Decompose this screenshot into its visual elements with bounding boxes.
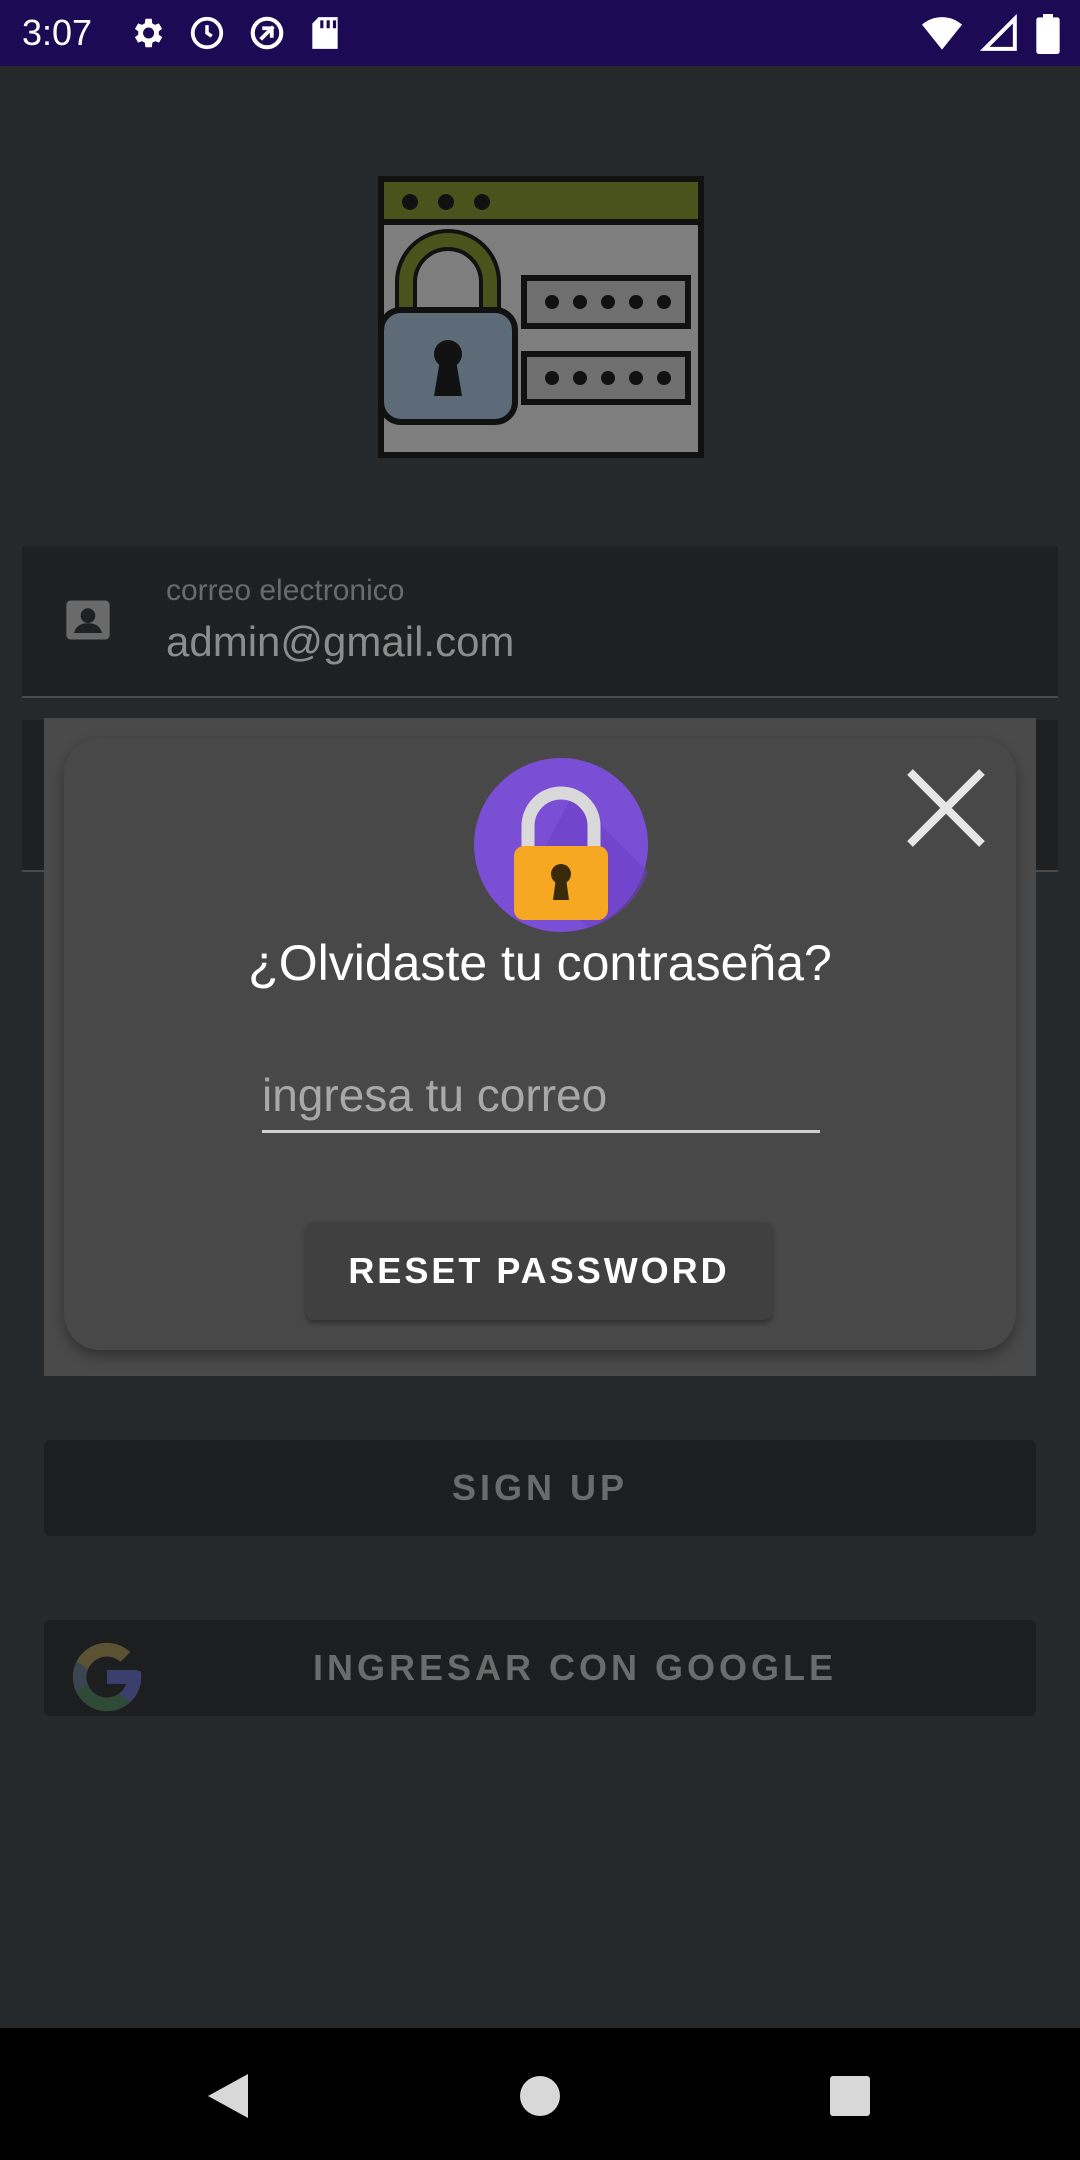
- home-icon[interactable]: [520, 2076, 560, 2116]
- forgot-email-input[interactable]: [262, 1060, 820, 1133]
- gear-icon: [128, 14, 166, 57]
- password-browser-logo: [378, 176, 704, 458]
- back-icon[interactable]: [206, 2072, 250, 2125]
- forgot-password-dialog: ¿Olvidaste tu contraseña? RESET PASSWORD: [44, 718, 1036, 1376]
- email-field[interactable]: correo electronico admin@gmail.com: [22, 546, 1058, 698]
- data-saver-icon: [248, 14, 286, 57]
- navigation-bar: [0, 2028, 1080, 2160]
- clock-icon: [188, 14, 226, 57]
- reset-password-button[interactable]: RESET PASSWORD: [306, 1222, 772, 1320]
- email-value: admin@gmail.com: [166, 618, 515, 665]
- contact-icon: [62, 594, 114, 646]
- status-bar: 3:07: [0, 0, 1080, 66]
- sd-card-icon: [308, 14, 342, 57]
- email-label: correo electronico: [166, 574, 405, 607]
- google-logo-icon: [66, 1636, 148, 1718]
- sign-up-label: SIGN UP: [451, 1467, 629, 1508]
- dialog-card: ¿Olvidaste tu contraseña? RESET PASSWORD: [64, 738, 1016, 1350]
- signal-icon: [979, 13, 1018, 59]
- close-button[interactable]: [904, 766, 988, 850]
- google-sign-in-button[interactable]: INGRESAR CON GOOGLE: [44, 1620, 1036, 1716]
- wifi-icon: [922, 14, 962, 59]
- battery-icon: [1036, 14, 1060, 59]
- recents-icon[interactable]: [830, 2076, 870, 2116]
- google-sign-in-label: INGRESAR CON GOOGLE: [312, 1647, 838, 1688]
- sign-up-button[interactable]: SIGN UP: [44, 1440, 1036, 1536]
- padlock-icon: [472, 756, 650, 934]
- dialog-title: ¿Olvidaste tu contraseña?: [248, 935, 832, 991]
- close-icon: [907, 769, 985, 847]
- status-time: 3:07: [22, 12, 93, 53]
